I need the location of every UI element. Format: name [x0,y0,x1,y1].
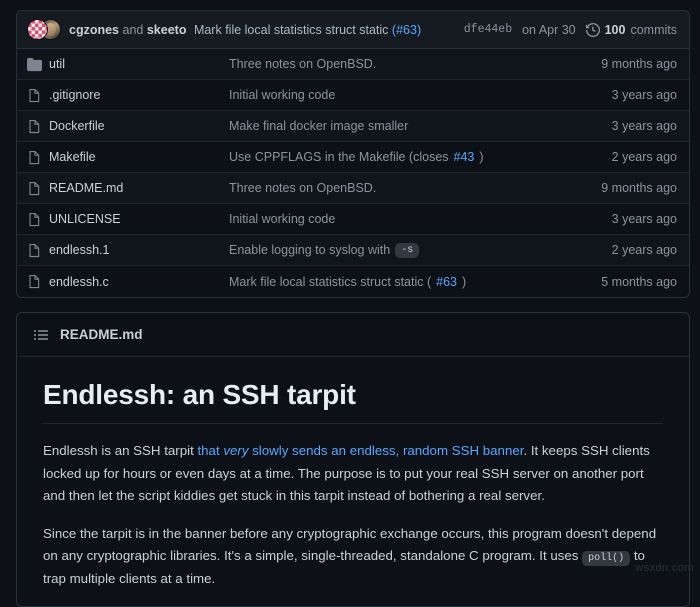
list-unordered-icon[interactable] [33,327,49,343]
file-name-link[interactable]: Dockerfile [49,119,229,133]
commit-message-text[interactable]: Mark file local statistics struct static [194,23,389,37]
row-issue-link[interactable]: #63 [436,275,457,289]
row-commit-message-text: Use CPPFLAGS in the Makefile (closes [229,150,449,164]
row-commit-message-text: Initial working code [229,212,336,226]
file-icon [27,119,49,134]
row-commit-message[interactable]: Make final docker image smaller [229,119,612,133]
readme-title: README.md [60,327,143,342]
repository-page: cgzones and skeeto Mark file local stati… [0,0,700,607]
watermark: wsxdn.com [635,562,694,574]
table-row[interactable]: README.md Three notes on OpenBSD. 9 mont… [17,173,689,204]
row-commit-message-tail: ) [479,150,484,164]
author-avatars [27,18,67,41]
file-name-link[interactable]: UNLICENSE [49,212,229,226]
file-icon [27,274,49,289]
author-conjunction: and [122,22,144,37]
file-name-link[interactable]: endlessh.1 [49,243,229,257]
poll-code-badge: poll() [582,551,631,566]
table-row[interactable]: Dockerfile Make final docker image small… [17,111,689,142]
commit-author-line: cgzones and skeeto Mark file local stati… [69,23,421,37]
row-commit-message-text: Mark file local statistics struct static… [229,274,432,289]
readme-content: Endlessh: an SSH tarpit Endlessh is an S… [17,357,689,606]
file-name-link[interactable]: README.md [49,181,229,195]
row-time: 9 months ago [601,181,677,195]
paragraph2-lead: Since the tarpit is in the banner before… [43,525,657,564]
file-icon [27,88,49,103]
banner-description-link[interactable]: that very slowly sends an endless, rando… [197,443,523,458]
row-issue-link[interactable]: #43 [454,150,475,164]
avatar-cgzones[interactable] [27,18,48,40]
row-time: 3 years ago [611,212,677,226]
row-time: 3 years ago [611,88,677,102]
commit-date: on Apr 30 [522,22,576,37]
readme-heading: Endlessh: an SSH tarpit [43,379,356,410]
row-time: 3 years ago [611,119,677,133]
commit-hash[interactable]: dfe44eb [464,23,512,36]
row-commit-message[interactable]: Three notes on OpenBSD. [229,181,601,195]
row-commit-message-text: Initial working code [229,88,336,102]
file-name-link[interactable]: .gitignore [49,88,229,102]
readme-panel: README.md Endlessh: an SSH tarpit Endles… [16,312,690,607]
paragraph1-lead: Endlessh is an SSH tarpit [43,443,198,458]
row-commit-message[interactable]: Use CPPFLAGS in the Makefile (closes #43… [229,150,612,164]
readme-paragraph-2: Since the tarpit is in the banner before… [43,523,663,591]
table-row[interactable]: UNLICENSE Initial working code 3 years a… [17,204,689,235]
file-icon [27,181,49,196]
heading-divider [43,423,663,424]
table-row[interactable]: util Three notes on OpenBSD. 9 months ag… [17,49,689,80]
commits-count: 100 [604,22,626,37]
commits-counter[interactable]: 100 commits [585,22,677,37]
file-name-link[interactable]: Makefile [49,150,229,164]
file-name-link[interactable]: util [49,57,229,71]
latest-commit-header: cgzones and skeeto Mark file local stati… [17,11,689,49]
table-row[interactable]: Makefile Use CPPFLAGS in the Makefile (c… [17,142,689,173]
row-commit-message-text: Enable logging to syslog with [229,243,391,257]
commit-issue-link[interactable]: (#63) [392,23,421,37]
readme-paragraph-1: Endlessh is an SSH tarpit that very slow… [43,440,663,508]
row-commit-message-text: Three notes on OpenBSD. [229,181,377,195]
link-post: slowly sends an endless, random SSH bann… [248,443,524,458]
readme-header: README.md [17,313,689,357]
row-time: 9 months ago [601,57,677,71]
file-icon [27,212,49,227]
table-row[interactable]: endlessh.c Mark file local statistics st… [17,266,689,297]
file-name-link[interactable]: endlessh.c [49,275,229,289]
table-row[interactable]: .gitignore Initial working code 3 years … [17,80,689,111]
link-emphasis: very [223,443,249,458]
author-primary-link[interactable]: cgzones [69,23,119,37]
row-commit-message[interactable]: Initial working code [229,88,612,102]
row-commit-message[interactable]: Enable logging to syslog with -s [229,242,612,258]
history-icon [585,22,600,37]
inline-code-badge: -s [395,242,420,258]
row-commit-message[interactable]: Initial working code [229,212,612,226]
row-commit-message[interactable]: Three notes on OpenBSD. [229,57,601,71]
file-list-panel: cgzones and skeeto Mark file local stati… [16,10,690,298]
row-time: 5 months ago [601,274,677,289]
table-row[interactable]: endlessh.1 Enable logging to syslog with… [17,235,689,266]
row-commit-message-text: Make final docker image smaller [229,119,409,133]
row-time: 2 years ago [611,150,677,164]
file-icon [27,150,49,165]
row-commit-message-text: Three notes on OpenBSD. [229,57,377,71]
author-secondary-link[interactable]: skeeto [147,23,187,37]
folder-icon [27,57,49,72]
row-time: 2 years ago [611,243,677,257]
file-icon [27,243,49,258]
commit-meta: dfe44eb on Apr 30 100 commits [464,22,677,37]
row-commit-message-tail: ) [461,274,467,289]
row-commit-message[interactable]: Mark file local statistics struct static… [229,275,601,289]
link-pre: that [197,443,224,458]
commits-label: commits [630,22,677,37]
